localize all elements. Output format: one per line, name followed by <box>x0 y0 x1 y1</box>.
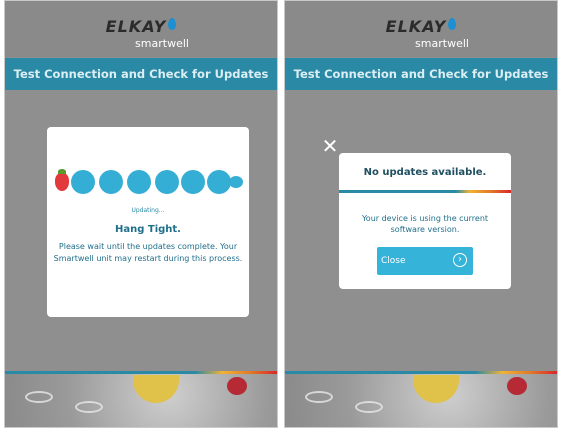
accent-line <box>5 371 277 374</box>
raspberry-icon <box>507 377 527 395</box>
lemon-icon <box>413 375 459 403</box>
progress-dot-small-icon <box>229 176 243 188</box>
phone-screen-updating: ELKAY smartwell Test Connection and Chec… <box>4 0 278 428</box>
brand-logo: ELKAY <box>285 17 557 36</box>
brand-product: smartwell <box>135 37 189 50</box>
dialog-message: Your device is using the current softwar… <box>361 214 489 234</box>
progress-dot-icon <box>71 170 95 194</box>
progress-dot-icon <box>181 170 205 194</box>
header-logo-area: ELKAY smartwell <box>285 1 557 57</box>
updating-dialog: Updating... Hang Tight. Please wait unti… <box>47 127 249 317</box>
dialog-message: Please wait until the updates complete. … <box>53 242 243 263</box>
decorative-footer-image <box>285 371 557 427</box>
splash-icon <box>305 391 333 403</box>
close-button[interactable]: Close › <box>377 247 473 275</box>
brand-logo: ELKAY <box>5 17 277 36</box>
lemon-icon <box>133 375 179 403</box>
header-logo-area: ELKAY smartwell <box>5 1 277 57</box>
close-button-label: Close <box>381 256 406 266</box>
brand-name: ELKAY <box>385 17 447 36</box>
strawberry-icon <box>55 169 69 191</box>
splash-icon <box>355 401 383 413</box>
progress-dot-icon <box>99 170 123 194</box>
progress-indicator <box>53 169 245 197</box>
phone-screen-no-updates: ELKAY smartwell Test Connection and Chec… <box>284 0 558 428</box>
page-title: Test Connection and Check for Updates <box>5 58 277 90</box>
brand-name: ELKAY <box>105 17 167 36</box>
accent-line <box>285 371 557 374</box>
chevron-right-circle-icon: › <box>453 253 467 267</box>
accent-line <box>339 190 511 193</box>
status-text: Updating... <box>131 207 165 214</box>
progress-dot-icon <box>155 170 179 194</box>
no-updates-dialog: No updates available. Your device is usi… <box>339 153 511 289</box>
water-drop-icon <box>168 18 177 30</box>
dialog-heading: Hang Tight. <box>115 224 181 235</box>
progress-dot-icon <box>127 170 151 194</box>
page-title: Test Connection and Check for Updates <box>285 58 557 90</box>
raspberry-icon <box>227 377 247 395</box>
dialog-heading: No updates available. <box>363 167 487 178</box>
decorative-footer-image <box>5 371 277 427</box>
brand-product: smartwell <box>415 37 469 50</box>
splash-icon <box>75 401 103 413</box>
progress-dot-icon <box>207 170 231 194</box>
close-x-icon[interactable]: ✕ <box>321 136 339 156</box>
splash-icon <box>25 391 53 403</box>
water-drop-icon <box>448 18 457 30</box>
